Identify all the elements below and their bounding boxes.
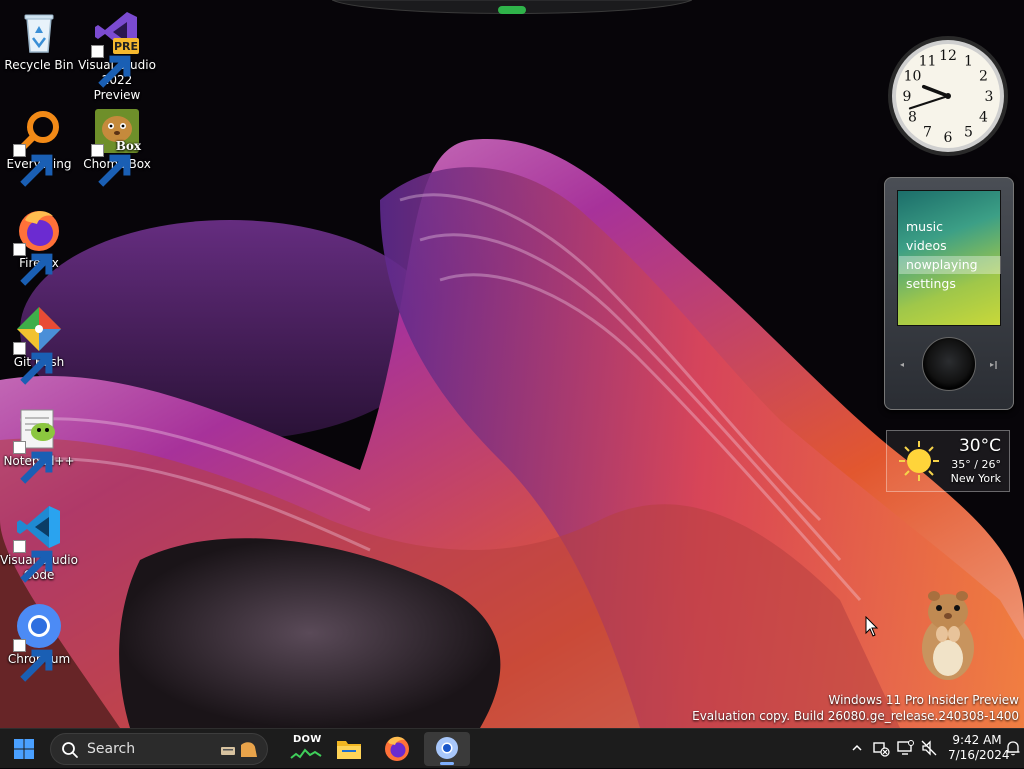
taskbar-clock[interactable]: 9:42 AM 7/16/2024 [948,733,1010,763]
network-disconnected-icon[interactable] [872,739,890,757]
desktop-icon-git-bash[interactable]: Git Bash [0,301,78,385]
desktop-icon-visual-studio-2022-preview[interactable]: PRE Visual Studio 2022 Preview [78,4,156,103]
clock-number: 10 [904,69,922,85]
mouse-cursor-icon [865,616,879,637]
watermark-build: Evaluation copy. Build 26080.ge_release.… [692,709,1019,723]
zune-menu-nowplaying[interactable]: nowplaying [899,256,1001,274]
search-highlight-icon [221,742,257,757]
search-placeholder: Search [87,741,136,757]
desktop-icon-everything[interactable]: Everything [0,103,78,187]
shortcut-arrow-icon [91,45,131,88]
clock-number: 2 [979,69,988,85]
firefox-icon [385,736,409,761]
desktop-icon-chomikbox[interactable]: Box ChomikBox [78,103,156,187]
taskbar-time: 9:42 AM [952,733,1002,747]
zune-menu-videos[interactable]: videos [904,237,1000,255]
windows-logo-icon [14,739,34,759]
zune-back-icon[interactable]: ◂ [900,360,904,369]
desktop-icon-visual-studio-code[interactable]: Visual Studio Code [0,499,78,583]
windows-watermark: Windows 11 Pro Insider Preview Evaluatio… [692,692,1019,724]
desktop-icon-notepad-plus-plus[interactable]: Notepad++ [0,400,78,484]
clock-number: 4 [979,110,988,126]
display-icon[interactable] [896,739,914,757]
shortcut-arrow-icon [13,243,53,286]
watermark-edition: Windows 11 Pro Insider Preview [828,693,1019,707]
shortcut-arrow-icon [91,144,131,187]
folder-icon [337,741,361,759]
zune-menu-settings[interactable]: settings [904,275,1000,293]
taskbar-search-box[interactable]: Search [50,733,268,765]
zune-player-gadget[interactable]: music videos nowplaying settings ◂ ▸‖ [884,177,1014,410]
system-tray: 9:42 AM 7/16/2024 [844,729,1024,769]
zune-play-pause-icon[interactable]: ▸‖ [990,360,998,369]
clock-number: 11 [919,53,937,69]
desktop-icon-chromium[interactable]: Chromium [0,598,78,682]
recycle-bin-icon [24,14,54,53]
weather-city: New York [950,472,1001,485]
clock-number: 3 [985,89,994,105]
taskbar-file-explorer[interactable] [330,732,368,766]
zune-menu-music[interactable]: music [904,218,1000,236]
volume-muted-icon[interactable] [920,739,938,757]
clock-number: 1 [964,53,973,69]
zune-screen: music videos nowplaying settings [897,190,1001,326]
sun-icon [899,441,939,481]
stock-chart-icon [290,748,322,759]
shortcut-arrow-icon [13,540,53,583]
clock-gadget[interactable]: 12 12 3 45678 9 1011 [886,34,1010,158]
shortcut-arrow-icon [13,639,53,682]
shortcut-arrow-icon [13,144,53,187]
clock-number: 9 [903,89,912,105]
desktop-icon-label: Recycle Bin [4,58,74,72]
top-bar-decoration [332,0,692,14]
chromium-icon [436,737,458,759]
shortcut-arrow-icon [13,441,53,484]
desktop[interactable]: Recycle Bin PRE Visual Studio 2022 Previ… [0,0,1024,728]
show-hidden-icons-chevron-icon[interactable] [848,739,866,757]
taskbar-date: 7/16/2024 [948,748,1010,762]
dow-label: DOW [293,734,322,745]
clock-number: 8 [908,110,917,126]
weather-temperature: 30°C [958,436,1001,456]
desktop-icon-firefox[interactable]: Firefox [0,202,78,286]
weather-gadget[interactable]: 30°C 35° / 26° New York [886,430,1010,492]
search-icon [62,742,78,758]
clock-number: 12 [939,48,957,64]
start-button[interactable] [6,732,42,766]
zune-squircle-pad[interactable] [922,337,976,391]
clock-number: 6 [944,130,953,146]
clock-number: 5 [964,125,973,141]
taskbar: Search DOW 9:42 AM 7/16/2024 [0,728,1024,768]
clock-number: 7 [923,125,932,141]
stock-widget-dow[interactable]: DOW [284,732,326,766]
taskbar-chromium[interactable] [424,732,470,766]
weather-range: 35° / 26° [951,458,1001,471]
shortcut-arrow-icon [13,342,53,385]
hamster-mascot[interactable] [912,584,984,684]
running-indicator [440,762,454,765]
taskbar-firefox[interactable] [378,732,416,766]
desktop-icon-recycle-bin[interactable]: Recycle Bin [0,4,78,73]
notification-bell-icon[interactable] [1004,739,1022,757]
